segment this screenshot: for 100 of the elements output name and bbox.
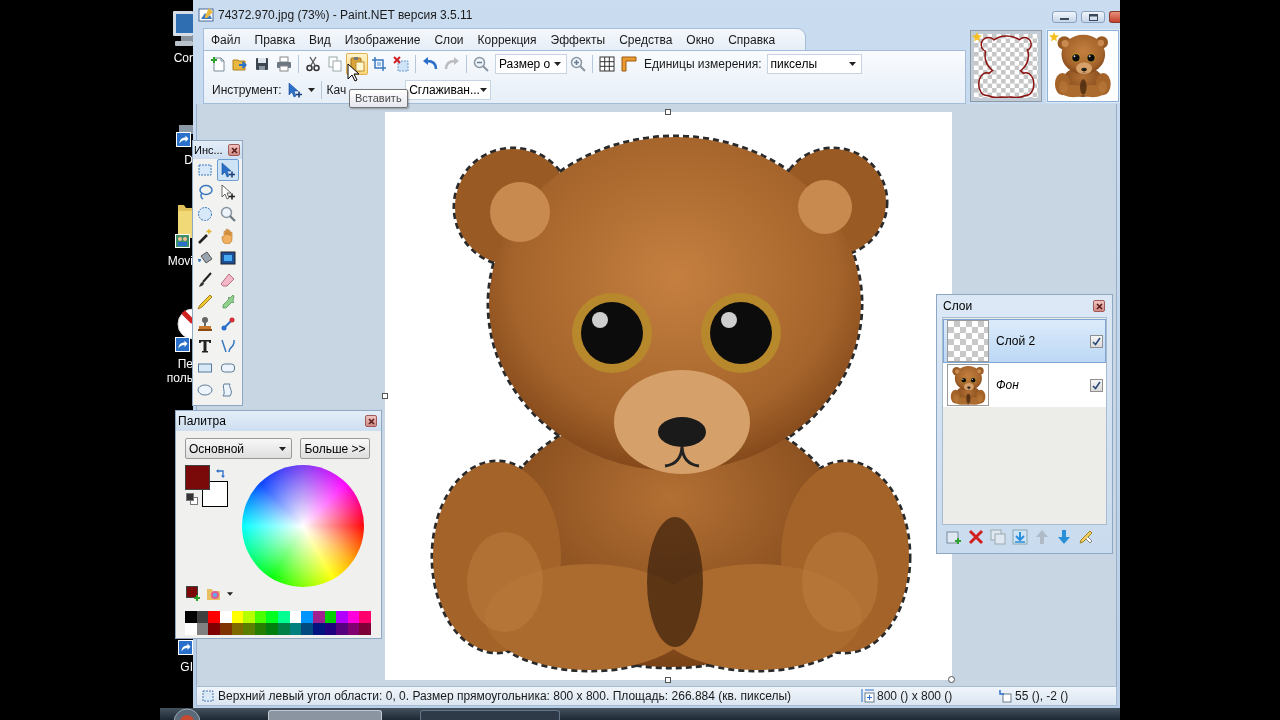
window-title: Слои: [943, 298, 973, 315]
color-swatch-icon[interactable]: [208, 611, 220, 623]
taskbar-button[interactable]: [268, 710, 382, 720]
outline-arrow-icon: [220, 184, 236, 200]
color-swatch-icon[interactable]: [359, 611, 371, 623]
caret-icon: [848, 62, 856, 66]
mouse-cursor-icon: [347, 63, 360, 83]
window-title: Палитра: [178, 413, 226, 430]
dropdown[interactable]: пикселы: [766, 54, 862, 74]
quality-dropdown[interactable]: Сглаживан...: [405, 80, 492, 100]
app-icon: [198, 7, 214, 23]
shortcut-icon[interactable]: [176, 125, 193, 147]
close-button[interactable]: [365, 415, 377, 427]
close-button[interactable]: [228, 144, 240, 156]
teddy-bear-drawing: [947, 364, 989, 406]
window-title: Инс...: [194, 143, 223, 157]
size-icon: [861, 689, 875, 703]
caret-icon: [307, 88, 315, 92]
menu-item[interactable]: Эффекты: [543, 29, 613, 50]
visibility-checkbox[interactable]: [1090, 334, 1103, 348]
status-text: Верхний левый угол области: 0, 0. Размер прямоугольника: 800 x 800. Площадь: 266.884 (кв. пикселы): [218, 688, 792, 705]
menu-item[interactable]: Правка: [247, 29, 303, 50]
move-arrow-icon: [220, 162, 236, 178]
layer-row[interactable]: Слой 2: [943, 319, 1106, 363]
color-swatch-icon[interactable]: [301, 623, 313, 635]
teddy-bear-drawing: [1053, 34, 1113, 98]
rectangle-icon: [197, 360, 213, 376]
eraser-icon: [220, 272, 236, 288]
resize-handle[interactable]: [382, 393, 388, 399]
menu-item[interactable]: Коррекция: [470, 29, 544, 50]
menu-item[interactable]: Окно: [679, 29, 722, 50]
tool-picker-button[interactable]: [285, 80, 316, 100]
down-arrow-icon: [1056, 529, 1072, 545]
visibility-checkbox[interactable]: [1090, 378, 1103, 392]
resize-handle[interactable]: [665, 109, 671, 115]
color-swatch-icon[interactable]: [243, 611, 255, 623]
palette-dropdown[interactable]: Основной: [185, 438, 292, 459]
delete-icon: [968, 529, 984, 545]
stamp-icon: [197, 316, 213, 332]
primary-color-swatch-icon[interactable]: [185, 465, 210, 490]
merge-down-button[interactable]: [1009, 527, 1031, 547]
more-button[interactable]: Больше >>: [300, 438, 370, 459]
color-swatch-icon[interactable]: [266, 623, 278, 635]
text-tool-icon: [197, 338, 213, 354]
deselect-button[interactable]: [390, 53, 412, 75]
default-colors-icon[interactable]: [186, 493, 198, 505]
checkerboard-drawing: [947, 320, 989, 362]
tooltip: Вставить: [349, 89, 408, 108]
palette-folder-icon: [206, 586, 221, 601]
menu-item[interactable]: Справка: [721, 29, 783, 50]
color-swatch-icon[interactable]: [278, 611, 290, 623]
palette-menu-button[interactable]: [206, 586, 233, 601]
eyedropper-icon: [220, 294, 236, 310]
desktop-icon-label: Cor: [173, 51, 193, 65]
dropdown[interactable]: Размер о: [495, 54, 567, 74]
caret-icon: [479, 88, 487, 92]
menu-item[interactable]: Вид: [302, 29, 338, 50]
minimize-button[interactable]: [1052, 11, 1077, 23]
selection-icon: [202, 690, 214, 702]
image-tab[interactable]: [1047, 30, 1119, 102]
image-tab[interactable]: [970, 30, 1042, 102]
grid-button[interactable]: [596, 53, 618, 75]
maximize-button[interactable]: [1081, 11, 1105, 23]
desktop-icon-label: Пе: [177, 357, 193, 371]
color-swatch-icon[interactable]: [208, 623, 220, 635]
color-swatch-icon[interactable]: [336, 611, 348, 623]
resize-handle[interactable]: [665, 677, 671, 683]
layer-row[interactable]: Фон: [943, 363, 1106, 407]
menu-item[interactable]: Слои: [427, 29, 471, 50]
resize-handle[interactable]: [948, 676, 955, 683]
merge-down-icon: [1012, 529, 1028, 545]
menu-item[interactable]: Файл: [204, 29, 248, 50]
menu-item[interactable]: Средства: [612, 29, 680, 50]
toolbar-label: Единицы измерения:: [644, 56, 762, 73]
color-swatch-icon[interactable]: [278, 623, 290, 635]
taskbar-button[interactable]: [420, 710, 560, 720]
star-icon: [972, 32, 982, 42]
add-color-icon[interactable]: [186, 586, 201, 601]
close-icon: [367, 417, 375, 425]
bear-outline-drawing: [974, 34, 1038, 98]
window-title: 74372.970.jpg (73%) - Paint.NET версия 3.5.11: [218, 7, 473, 23]
scissors-icon: [305, 56, 321, 72]
color-swatch-icon[interactable]: [243, 623, 255, 635]
color-swatch-icon[interactable]: [359, 623, 371, 635]
folder-icon[interactable]: [175, 203, 193, 248]
start-orb-icon[interactable]: [173, 708, 201, 720]
color-swatch-icon[interactable]: [301, 611, 313, 623]
color-swatch-icon[interactable]: [266, 611, 278, 623]
maximize-icon: [1088, 13, 1098, 21]
menu-item[interactable]: Изображение: [337, 29, 428, 50]
position-icon: [999, 689, 1012, 703]
color-swatch-icon[interactable]: [336, 623, 348, 635]
color-swatch-icon[interactable]: [185, 623, 197, 635]
printer-icon: [276, 56, 292, 72]
close-button[interactable]: [1093, 300, 1105, 312]
new-page-icon: [210, 56, 226, 72]
swap-arrows-icon[interactable]: [216, 469, 225, 478]
computer-icon[interactable]: [172, 8, 193, 48]
color-swatch-icon[interactable]: [185, 611, 197, 623]
rounded-rectangle-icon: [220, 360, 236, 376]
